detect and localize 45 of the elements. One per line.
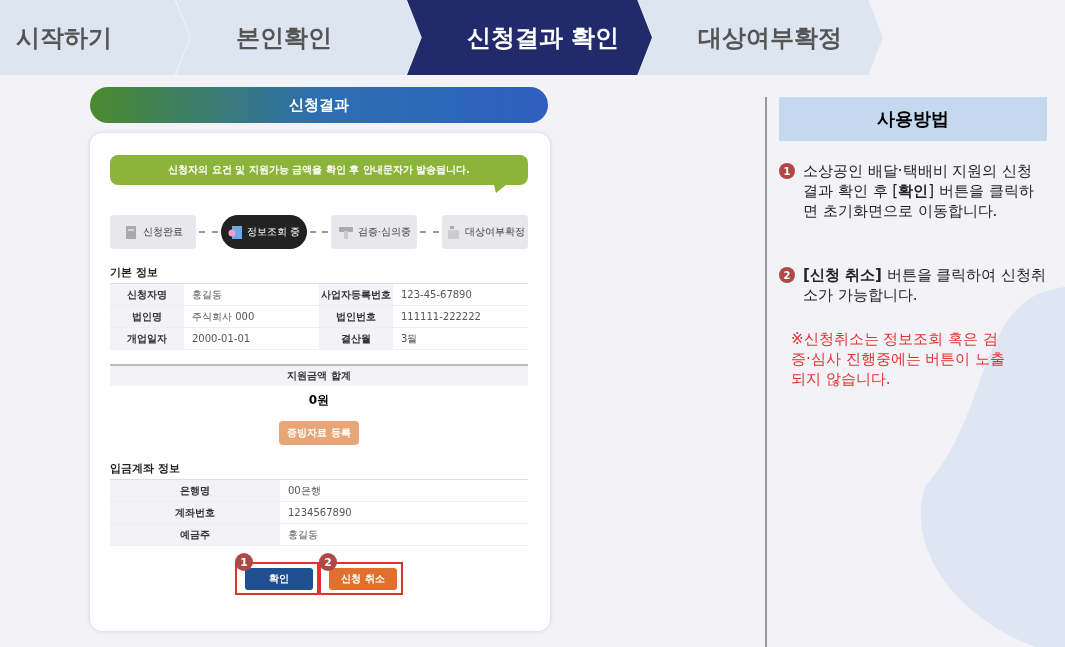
guide-title: 사용방법 bbox=[779, 97, 1047, 141]
step-tab[interactable]: 시작하기 bbox=[0, 0, 190, 75]
section-heading: 기본 정보 bbox=[110, 265, 159, 280]
cancel-button[interactable]: 신청 취소 bbox=[329, 568, 397, 590]
warning-note: ※신청취소는 정보조회 혹은 검증·심사 진행중에는 버튼이 노출되지 않습니다. bbox=[790, 329, 1007, 389]
step-tab[interactable]: 신청결과 확인 bbox=[407, 0, 652, 75]
number-badge: 1 bbox=[779, 163, 795, 179]
table-header-cell: 법인번호 bbox=[319, 306, 393, 327]
confirm-button[interactable]: 확인 bbox=[245, 568, 313, 590]
progress-label: 신청완료 bbox=[143, 225, 183, 239]
table-header-cell: 결산월 bbox=[319, 328, 393, 349]
table-cell-text: 123-45-67890 bbox=[400, 288, 473, 302]
table-cell-text: 홍길동 bbox=[191, 287, 223, 302]
document-icon bbox=[123, 224, 139, 240]
speech-tail-icon bbox=[494, 185, 506, 193]
progress-label: 정보조회 중 bbox=[247, 225, 301, 239]
progress-label: 검증·심의중 bbox=[357, 225, 411, 239]
table-cell-text: 00은행 bbox=[287, 483, 322, 498]
table-header-cell: 법인명 bbox=[110, 306, 184, 327]
guide-text: 소상공인 배달·택배비 지원의 신청결과 확인 후 [확인] 버튼을 클릭하면 초기화면으로 이동합니다. bbox=[803, 161, 1035, 221]
table-header-cell: 계좌번호 bbox=[110, 502, 280, 523]
magnifier-document-icon bbox=[227, 224, 244, 240]
table-header-cell: 개업일자 bbox=[110, 328, 184, 349]
section-title: 신청결과 bbox=[90, 87, 548, 123]
table-cell-text: 주식회사 000 bbox=[191, 309, 256, 324]
table-cell-text: 111111-222222 bbox=[400, 310, 482, 324]
table-cell-text: 2000-01-01 bbox=[191, 332, 252, 346]
table-header-cell: 신청자명 bbox=[110, 284, 184, 305]
table-header-cell: 은행명 bbox=[110, 480, 280, 501]
table-cell-text: 홍길동 bbox=[287, 527, 319, 542]
table-cell-text: 3월 bbox=[400, 331, 419, 346]
table-header-cell: 예금주 bbox=[110, 524, 280, 545]
guide-text: [신청 취소] 버튼을 클릭하여 신청취소가 가능합니다. bbox=[803, 265, 1047, 305]
number-badge: 2 bbox=[319, 553, 337, 571]
step-tab[interactable]: 대상여부확정 bbox=[638, 0, 883, 75]
total-header: 지원금액 합계 bbox=[110, 364, 528, 386]
progress-label: 대상여부확정 bbox=[465, 225, 525, 239]
number-badge: 1 bbox=[235, 553, 253, 571]
number-badge: 2 bbox=[779, 267, 795, 283]
table-cell-text: 1234567890 bbox=[287, 506, 353, 520]
total-value: 0원 bbox=[307, 392, 331, 409]
notice-bubble: 신청자의 요건 및 지원가능 금액을 확인 후 안내문자가 발송됩니다. bbox=[110, 155, 528, 185]
section-heading: 입금계좌 정보 bbox=[110, 461, 181, 476]
table-header-cell: 사업자등록번호 bbox=[319, 284, 393, 305]
step-tab[interactable]: 본인확인 bbox=[176, 0, 421, 75]
